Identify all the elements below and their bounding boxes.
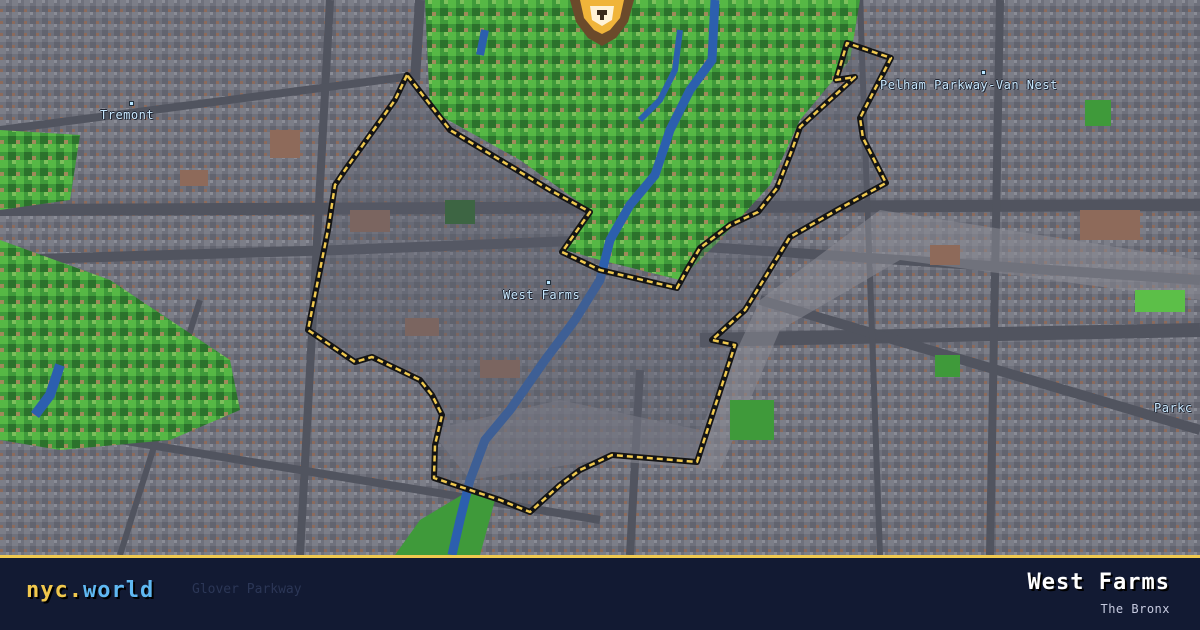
park-small-3 [935, 355, 960, 377]
park-tremont [0, 130, 80, 210]
neighborhood-title: West Farms [1027, 570, 1170, 595]
west-farms-dot [547, 281, 550, 284]
park-small-5 [1085, 100, 1111, 126]
share-card: Tremont West Farms Pelham Parkway-Van Ne… [0, 0, 1200, 630]
lion-icon[interactable] [566, 0, 638, 46]
label-parkchester[interactable]: Parkc [1154, 401, 1193, 415]
pond [476, 29, 489, 56]
label-tremont[interactable]: Tremont [100, 108, 154, 122]
label-pelham-parkway-van-nest[interactable]: Pelham Parkway-Van Nest [880, 78, 1058, 92]
pelham-dot [982, 71, 985, 74]
label-west-farms[interactable]: West Farms [503, 288, 580, 302]
park-small-1 [730, 400, 774, 440]
brand-accent: world [82, 578, 155, 603]
park-small-2 [1135, 290, 1185, 312]
tremont-dot [130, 102, 133, 105]
borough-subtitle: The Bronx [1100, 602, 1170, 616]
pixel-map[interactable]: Tremont West Farms Pelham Parkway-Van Ne… [0, 0, 1200, 555]
brand-main: nyc. [26, 578, 83, 603]
ghost-street-label: Glover Parkway [192, 582, 302, 597]
brand-logo[interactable]: nyc.world [26, 578, 154, 603]
footer-bar: nyc.world Glover Parkway West Farms The … [0, 555, 1200, 630]
